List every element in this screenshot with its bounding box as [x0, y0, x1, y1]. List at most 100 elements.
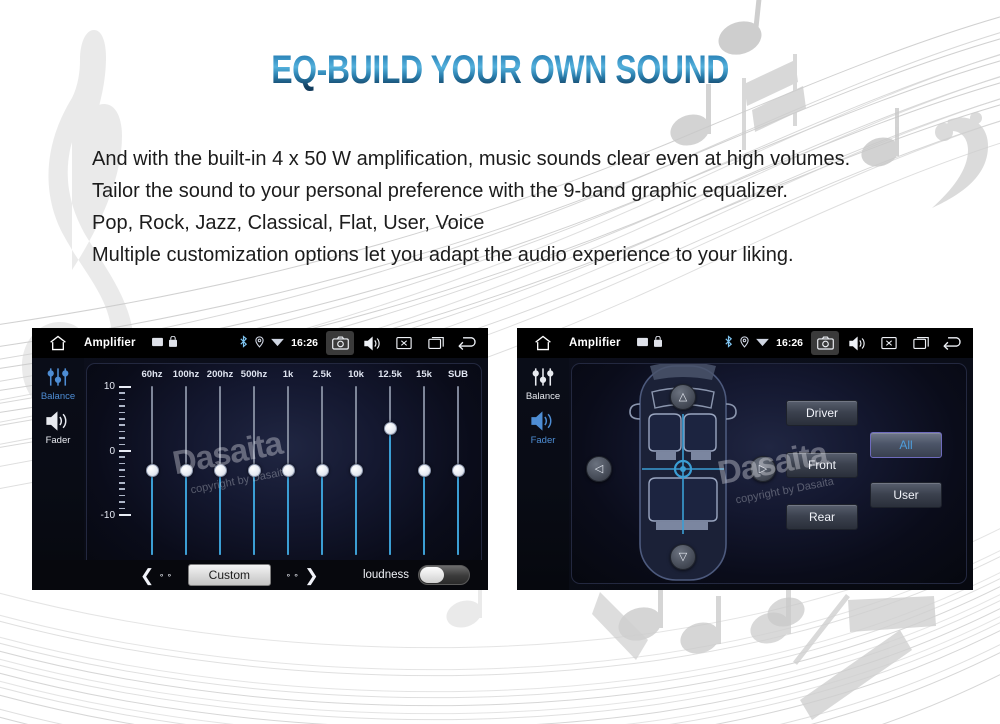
eq-slider-group[interactable] [135, 386, 475, 555]
eq-slider[interactable] [305, 386, 339, 555]
car-diagram[interactable]: △ ▽ ◁ ▷ [572, 364, 790, 583]
eq-band-labels: 60hz 100hz 200hz 500hz 1k 2.5k 10k 12.5k… [135, 369, 475, 380]
loudness-label: loudness [362, 569, 409, 581]
eq-slider-fill [354, 470, 358, 555]
eq-slider-fill [218, 470, 222, 555]
arrow-right-button[interactable]: ▷ [750, 456, 776, 482]
eq-slider-knob[interactable] [383, 421, 397, 435]
eq-scale-tick [119, 507, 125, 510]
copy-line-4: Multiple customization options let you a… [92, 244, 794, 266]
eq-slider-knob[interactable] [349, 464, 363, 477]
sidebar-label-balance: Balance [40, 391, 76, 402]
eq-scale-tick [119, 450, 131, 452]
device-body-right: Balance Fader △ ▽ ◁ ▷ Driver Front Rear … [517, 358, 973, 590]
eq-slider[interactable] [339, 386, 373, 555]
chevron-left-icon[interactable]: ❮ [140, 567, 154, 584]
preset-user-button[interactable]: User [870, 482, 942, 508]
eq-slider[interactable] [203, 386, 237, 555]
copy-line-3: Pop, Rock, Jazz, Classical, Flat, User, … [92, 212, 485, 234]
eq-scale-tick [119, 398, 125, 401]
sidebar-item-balance[interactable]: Balance [517, 364, 569, 402]
status-bar-right: Amplifier 16:26 [517, 328, 973, 358]
preset-front-button[interactable]: Front [786, 452, 858, 478]
next-dots: ⚬⚬ [285, 570, 301, 580]
eq-band-label: 10k [348, 369, 364, 380]
sidebar-item-fader[interactable]: Fader [517, 408, 569, 446]
loudness-toggle[interactable] [418, 565, 470, 585]
music-note [767, 597, 805, 627]
eq-scale-tick [119, 424, 125, 426]
arrow-right-icon: ▷ [758, 462, 768, 475]
home-icon[interactable] [517, 334, 569, 352]
back-icon[interactable] [454, 331, 482, 355]
bass-clef-watermark [932, 112, 988, 208]
copy-line-1: And with the built-in 4 x 50 W amplifica… [92, 148, 851, 170]
page-title: EQ-BUILD YOUR OWN SOUND [271, 48, 729, 92]
eq-band-label: 100hz [172, 369, 200, 380]
preset-driver-button[interactable]: Driver [786, 400, 858, 426]
eq-band-label: SUB [447, 369, 469, 380]
lock-icon [168, 334, 177, 352]
eq-slider[interactable] [237, 386, 271, 555]
close-box-icon[interactable] [875, 331, 903, 355]
eq-slider[interactable] [271, 386, 305, 555]
close-box-icon[interactable] [390, 331, 418, 355]
eq-slider[interactable] [407, 386, 441, 555]
equalizer-panel: 60hz 100hz 200hz 500hz 1k 2.5k 10k 12.5k… [86, 363, 482, 584]
eq-slider-knob[interactable] [179, 464, 193, 477]
volume-icon[interactable] [843, 331, 871, 355]
arrow-left-icon: ◁ [594, 462, 604, 475]
image-icon [636, 334, 648, 352]
eq-scale-tick [119, 488, 125, 490]
eq-scale: 10 0 -10 [93, 381, 137, 522]
eq-slider[interactable] [169, 386, 203, 555]
preset-rear-button[interactable]: Rear [786, 504, 858, 530]
bluetooth-icon [724, 335, 733, 351]
eq-scale-tick [119, 418, 125, 420]
eq-scale-tick [119, 456, 125, 458]
music-note [680, 596, 721, 654]
music-note [750, 586, 791, 644]
eq-slider-fill [286, 470, 290, 555]
eq-slider[interactable] [135, 386, 169, 555]
eq-slider-fill [320, 470, 324, 555]
eq-band-label: 1k [282, 369, 294, 380]
eq-slider-fill [184, 470, 188, 555]
eq-slider-knob[interactable] [213, 464, 227, 477]
sidebar-left: Balance Fader [32, 358, 84, 590]
arrow-up-icon: △ [678, 390, 688, 403]
mode-preset-column: All User [870, 432, 942, 508]
arrow-left-button[interactable]: ◁ [586, 456, 612, 482]
speaker-icon [531, 408, 555, 434]
back-icon[interactable] [939, 331, 967, 355]
arrow-down-button[interactable]: ▽ [670, 544, 696, 570]
camera-icon[interactable] [811, 331, 839, 355]
sidebar-item-fader[interactable]: Fader [32, 408, 84, 446]
preset-all-button[interactable]: All [870, 432, 942, 458]
eq-scale-tick [119, 501, 125, 503]
camera-icon[interactable] [326, 331, 354, 355]
eq-slider-knob[interactable] [145, 464, 159, 477]
eq-scale-tick [119, 430, 125, 433]
page-title-container: EQ-BUILD YOUR OWN SOUND [0, 48, 1000, 93]
recents-icon[interactable] [907, 331, 935, 355]
eq-slider-knob[interactable] [247, 464, 261, 477]
sidebar-item-balance[interactable]: Balance [32, 364, 84, 402]
prev-dots: ⚬⚬ [158, 570, 174, 580]
preset-button[interactable]: Custom [187, 564, 271, 586]
eq-control-bar: ❮ ⚬⚬ Custom ⚬⚬ ❯ loudness [32, 560, 488, 590]
chevron-right-icon[interactable]: ❯ [304, 567, 318, 584]
eq-slider[interactable] [441, 386, 475, 555]
eq-slider[interactable] [373, 386, 407, 555]
eq-slider-knob[interactable] [281, 464, 295, 477]
eq-slider-knob[interactable] [451, 464, 465, 477]
eq-slider-knob[interactable] [417, 464, 431, 477]
arrow-up-button[interactable]: △ [670, 384, 696, 410]
volume-icon[interactable] [358, 331, 386, 355]
equalizer-sliders-icon [47, 364, 69, 390]
image-icon [151, 334, 163, 352]
home-icon[interactable] [32, 334, 84, 352]
recents-icon[interactable] [422, 331, 450, 355]
eq-slider-knob[interactable] [315, 464, 329, 477]
fader-screenshot: Amplifier 16:26 Balance Fader △ ▽ ◁ ▷ Dr… [517, 328, 973, 590]
